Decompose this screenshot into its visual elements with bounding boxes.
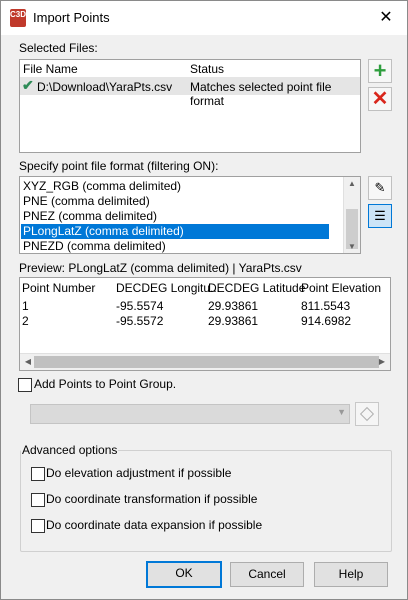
advanced-options-label: Advanced options <box>21 443 119 457</box>
import-points-dialog: C3D Import Points ✕ Selected Files: File… <box>0 0 408 600</box>
civil3d-app-icon: C3D <box>10 9 26 27</box>
ok-button[interactable]: OK <box>146 561 222 588</box>
file-status: Matches selected point file format <box>190 80 332 108</box>
preview-table[interactable]: Point Number DECDEG Longitu... DECDEG La… <box>19 277 391 371</box>
add-file-button[interactable]: + <box>368 59 392 83</box>
group-diamond-icon <box>359 406 375 422</box>
cell-elevation: 914.6982 <box>301 314 352 328</box>
selected-files-list[interactable]: File Name Status ✔ D:\Download\YaraPts.c… <box>19 59 361 153</box>
close-icon[interactable]: ✕ <box>375 7 397 29</box>
filter-edit-icon: ✎ <box>374 180 386 195</box>
coord-transform-checkbox[interactable] <box>31 493 45 507</box>
coord-expansion-checkbox[interactable] <box>31 519 45 533</box>
format-item[interactable]: PNEZ (comma delimited) <box>21 209 329 224</box>
scroll-right-icon[interactable]: ▶ <box>374 357 390 366</box>
point-format-list[interactable]: XYZ_RGB (comma delimited) PNE (comma del… <box>19 176 361 254</box>
format-list-icon: ☰ <box>374 208 386 223</box>
format-scrollbar[interactable]: ▲ ▼ <box>343 177 360 253</box>
elevation-adjust-checkbox[interactable] <box>31 467 45 481</box>
cell-point-number: 2 <box>22 314 29 328</box>
selected-files-label: Selected Files: <box>19 41 98 55</box>
column-latitude[interactable]: DECDEG Latitude <box>208 281 305 295</box>
cell-point-number: 1 <box>22 299 29 313</box>
window-title: Import Points <box>33 10 110 25</box>
coord-expansion-label: Do coordinate data expansion if possible <box>46 518 263 532</box>
cell-latitude: 29.93861 <box>208 299 259 313</box>
cell-elevation: 811.5543 <box>301 299 351 313</box>
column-file-name[interactable]: File Name <box>23 62 78 76</box>
format-filter-button[interactable]: ✎ <box>368 176 392 200</box>
manage-formats-button[interactable]: ☰ <box>368 204 392 228</box>
add-to-group-label: Add Points to Point Group. <box>34 377 177 391</box>
file-row[interactable]: ✔ D:\Download\YaraPts.csv Matches select… <box>20 77 360 108</box>
preview-scroll-thumb[interactable] <box>34 356 379 368</box>
add-to-group-checkbox[interactable] <box>18 378 32 392</box>
checkmark-icon: ✔ <box>22 77 34 93</box>
cell-latitude: 29.93861 <box>208 314 259 328</box>
column-status[interactable]: Status <box>190 62 224 76</box>
scroll-up-icon[interactable]: ▲ <box>344 179 360 188</box>
point-group-button[interactable] <box>355 402 379 426</box>
point-group-dropdown[interactable]: ▼ <box>30 404 350 424</box>
file-path: D:\Download\YaraPts.csv <box>37 80 173 94</box>
scroll-down-icon[interactable]: ▼ <box>344 242 360 251</box>
preview-h-scrollbar[interactable]: ◀ ▶ <box>20 353 390 370</box>
red-x-icon: ✕ <box>371 88 389 110</box>
help-button[interactable]: Help <box>314 562 388 587</box>
format-item[interactable]: XYZ_RGB (comma delimited) <box>21 179 329 194</box>
column-point-number[interactable]: Point Number <box>22 281 95 295</box>
format-item-selected[interactable]: PLongLatZ (comma delimited) <box>21 224 329 239</box>
preview-label: Preview: PLongLatZ (comma delimited) | Y… <box>19 261 302 275</box>
chevron-down-icon: ▼ <box>337 407 346 417</box>
files-header: File Name Status <box>20 60 360 76</box>
cell-longitude: -95.5572 <box>116 314 164 328</box>
remove-file-button[interactable]: ✕ <box>368 87 392 111</box>
cancel-button[interactable]: Cancel <box>230 562 304 587</box>
column-longitude[interactable]: DECDEG Longitu... <box>116 281 220 295</box>
format-item[interactable]: PNE (comma delimited) <box>21 194 329 209</box>
column-elevation[interactable]: Point Elevation <box>301 281 381 295</box>
format-item[interactable]: PNEZD (comma delimited) <box>21 239 329 254</box>
format-label: Specify point file format (filtering ON)… <box>19 159 219 173</box>
elevation-adjust-label: Do elevation adjustment if possible <box>46 466 232 480</box>
title-bar: C3D Import Points ✕ <box>1 1 407 35</box>
cell-longitude: -95.5574 <box>116 299 164 313</box>
plus-icon: + <box>373 58 387 83</box>
coord-transform-label: Do coordinate transformation if possible <box>46 492 258 506</box>
